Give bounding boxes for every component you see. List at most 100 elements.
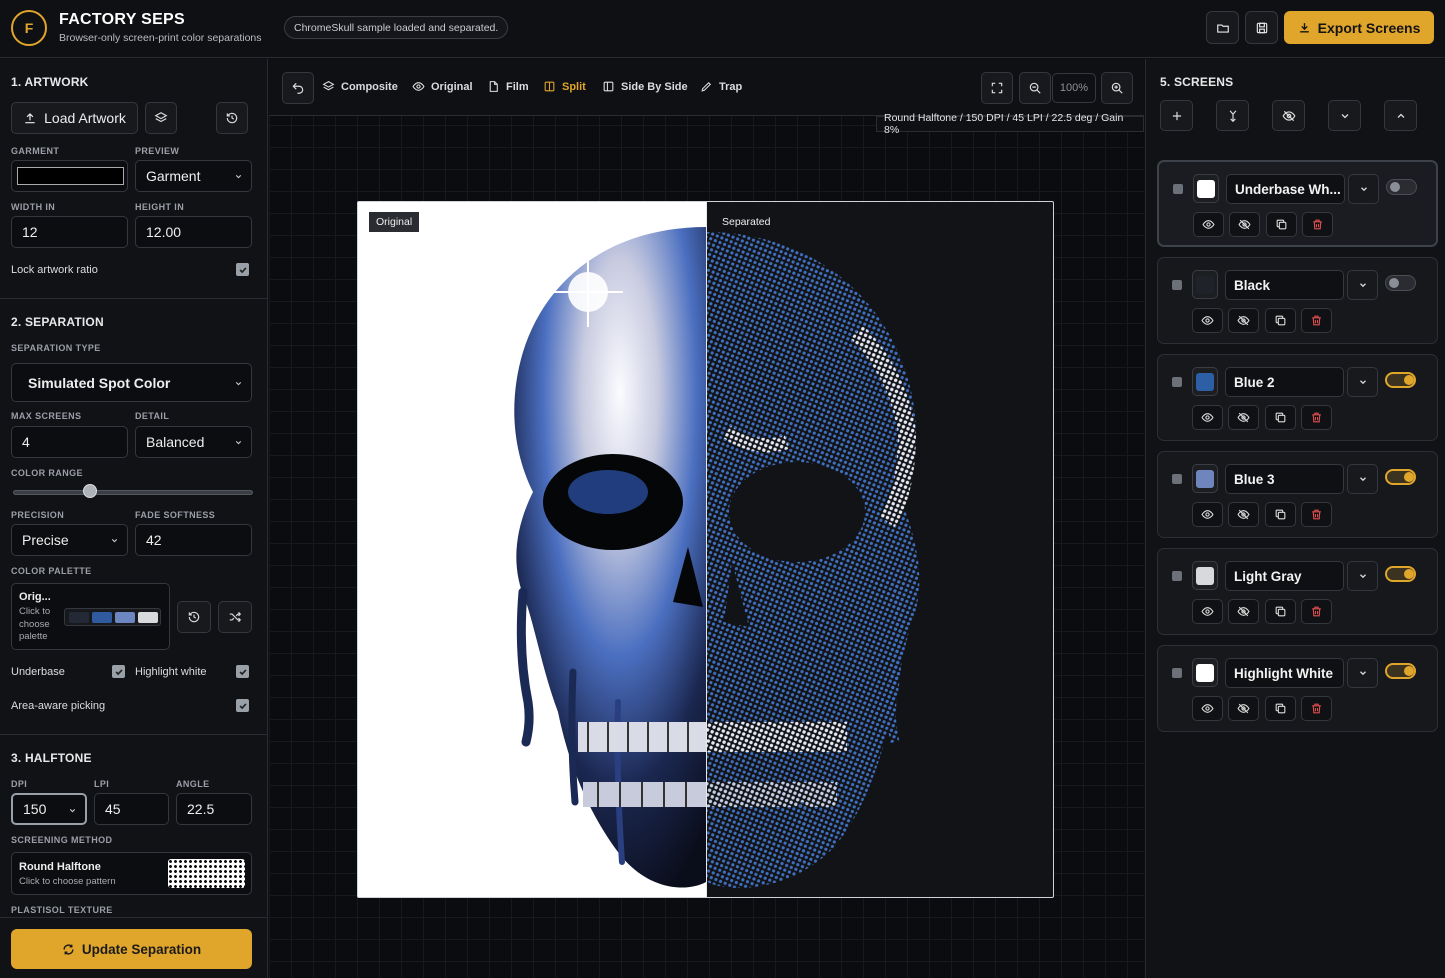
- screen-enable-toggle[interactable]: [1385, 372, 1416, 388]
- screen-card[interactable]: Highlight White: [1157, 645, 1438, 732]
- highlight-white-checkbox[interactable]: [236, 665, 249, 678]
- screen-options-dropdown[interactable]: [1348, 174, 1379, 204]
- color-range-slider[interactable]: [13, 490, 253, 495]
- open-folder-button[interactable]: [1206, 11, 1239, 44]
- screen-color-swatch[interactable]: [1192, 464, 1218, 493]
- merge-screens-button[interactable]: [1216, 100, 1249, 131]
- add-screen-button[interactable]: [1160, 100, 1193, 131]
- screen-solo-button[interactable]: [1228, 308, 1259, 333]
- undo-button[interactable]: [282, 72, 314, 104]
- view-side-by-side-button[interactable]: Side By Side: [602, 80, 688, 93]
- screen-select-checkbox[interactable]: [1172, 280, 1182, 290]
- load-artwork-button[interactable]: Load Artwork: [11, 102, 138, 134]
- update-separation-button[interactable]: Update Separation: [11, 929, 252, 969]
- screen-duplicate-button[interactable]: [1265, 308, 1296, 333]
- zoom-in-button[interactable]: [1101, 72, 1133, 104]
- screen-solo-button[interactable]: [1228, 405, 1259, 430]
- max-screens-input[interactable]: 4: [11, 426, 128, 458]
- screen-visibility-button[interactable]: [1192, 308, 1223, 333]
- lock-ratio-checkbox[interactable]: [236, 263, 249, 276]
- screen-visibility-button[interactable]: [1192, 696, 1223, 721]
- layers-button[interactable]: [145, 102, 177, 134]
- screen-select-checkbox[interactable]: [1172, 474, 1182, 484]
- screen-visibility-button[interactable]: [1192, 502, 1223, 527]
- angle-input[interactable]: 22.5: [176, 793, 252, 825]
- screen-delete-button[interactable]: [1301, 308, 1332, 333]
- collapse-all-button[interactable]: [1328, 100, 1361, 131]
- screen-color-swatch[interactable]: [1192, 270, 1218, 299]
- dpi-select[interactable]: 150: [11, 793, 87, 825]
- screen-color-swatch[interactable]: [1192, 561, 1218, 590]
- screen-duplicate-button[interactable]: [1265, 502, 1296, 527]
- screen-options-dropdown[interactable]: [1347, 464, 1378, 494]
- screen-card[interactable]: Black: [1157, 257, 1438, 344]
- detail-select[interactable]: Balanced: [135, 426, 252, 458]
- reset-palette-button[interactable]: [177, 601, 211, 633]
- screen-enable-toggle[interactable]: [1385, 566, 1416, 582]
- screen-name-input[interactable]: Underbase Wh...: [1226, 174, 1345, 204]
- height-input[interactable]: 12.00: [135, 216, 252, 248]
- screen-color-swatch[interactable]: [1193, 174, 1219, 203]
- screen-select-checkbox[interactable]: [1173, 184, 1183, 194]
- screen-solo-button[interactable]: [1228, 599, 1259, 624]
- expand-all-button[interactable]: [1384, 100, 1417, 131]
- screen-select-checkbox[interactable]: [1172, 571, 1182, 581]
- lpi-input[interactable]: 45: [94, 793, 169, 825]
- artwork-preview-stage[interactable]: Original Separated: [357, 201, 1054, 898]
- screen-color-swatch[interactable]: [1192, 658, 1218, 687]
- screening-method-picker[interactable]: Round Halftone Click to choose pattern: [11, 852, 252, 895]
- screen-solo-button[interactable]: [1228, 696, 1259, 721]
- screen-name-input[interactable]: Highlight White: [1225, 658, 1344, 688]
- shuffle-palette-button[interactable]: [218, 601, 252, 633]
- screen-delete-button[interactable]: [1301, 502, 1332, 527]
- palette-picker[interactable]: Orig... Click to choose palette: [11, 583, 170, 650]
- screen-delete-button[interactable]: [1301, 405, 1332, 430]
- screen-solo-button[interactable]: [1228, 502, 1259, 527]
- screen-select-checkbox[interactable]: [1172, 668, 1182, 678]
- export-screens-button[interactable]: Export Screens: [1284, 11, 1434, 44]
- screen-duplicate-button[interactable]: [1266, 212, 1297, 237]
- screen-enable-toggle[interactable]: [1385, 663, 1416, 679]
- fade-softness-input[interactable]: 42: [135, 524, 252, 556]
- screen-options-dropdown[interactable]: [1347, 658, 1378, 688]
- screen-duplicate-button[interactable]: [1265, 405, 1296, 430]
- screen-delete-button[interactable]: [1301, 599, 1332, 624]
- screen-delete-button[interactable]: [1301, 696, 1332, 721]
- screen-duplicate-button[interactable]: [1265, 599, 1296, 624]
- garment-color-picker[interactable]: [11, 160, 128, 192]
- screen-visibility-button[interactable]: [1192, 405, 1223, 430]
- save-button[interactable]: [1245, 11, 1278, 44]
- screen-name-input[interactable]: Blue 3: [1225, 464, 1344, 494]
- screen-card[interactable]: Blue 3: [1157, 451, 1438, 538]
- screen-card[interactable]: Underbase Wh...: [1157, 160, 1438, 247]
- zoom-out-button[interactable]: [1019, 72, 1051, 104]
- view-original-button[interactable]: Original: [412, 80, 473, 93]
- screen-options-dropdown[interactable]: [1347, 367, 1378, 397]
- screen-visibility-button[interactable]: [1192, 599, 1223, 624]
- screen-options-dropdown[interactable]: [1347, 561, 1378, 591]
- screen-duplicate-button[interactable]: [1265, 696, 1296, 721]
- area-aware-checkbox[interactable]: [236, 699, 249, 712]
- screen-options-dropdown[interactable]: [1347, 270, 1378, 300]
- view-composite-button[interactable]: Composite: [322, 80, 398, 93]
- view-split-button[interactable]: Split: [543, 80, 586, 93]
- screen-delete-button[interactable]: [1302, 212, 1333, 237]
- view-film-button[interactable]: Film: [487, 80, 529, 93]
- screen-solo-button[interactable]: [1229, 212, 1260, 237]
- screen-enable-toggle[interactable]: [1385, 469, 1416, 485]
- screen-card[interactable]: Light Gray: [1157, 548, 1438, 635]
- preview-select[interactable]: Garment: [135, 160, 252, 192]
- screen-enable-toggle[interactable]: [1385, 275, 1416, 291]
- precision-select[interactable]: Precise: [11, 524, 128, 556]
- screen-name-input[interactable]: Black: [1225, 270, 1344, 300]
- hide-all-screens-button[interactable]: [1272, 100, 1305, 131]
- screen-name-input[interactable]: Light Gray: [1225, 561, 1344, 591]
- screen-enable-toggle[interactable]: [1386, 179, 1417, 195]
- view-trap-button[interactable]: Trap: [700, 80, 742, 93]
- color-range-slider-handle[interactable]: [82, 484, 97, 498]
- screen-name-input[interactable]: Blue 2: [1225, 367, 1344, 397]
- underbase-checkbox[interactable]: [112, 665, 125, 678]
- screen-select-checkbox[interactable]: [1172, 377, 1182, 387]
- screen-card[interactable]: Blue 2: [1157, 354, 1438, 441]
- screen-visibility-button[interactable]: [1193, 212, 1224, 237]
